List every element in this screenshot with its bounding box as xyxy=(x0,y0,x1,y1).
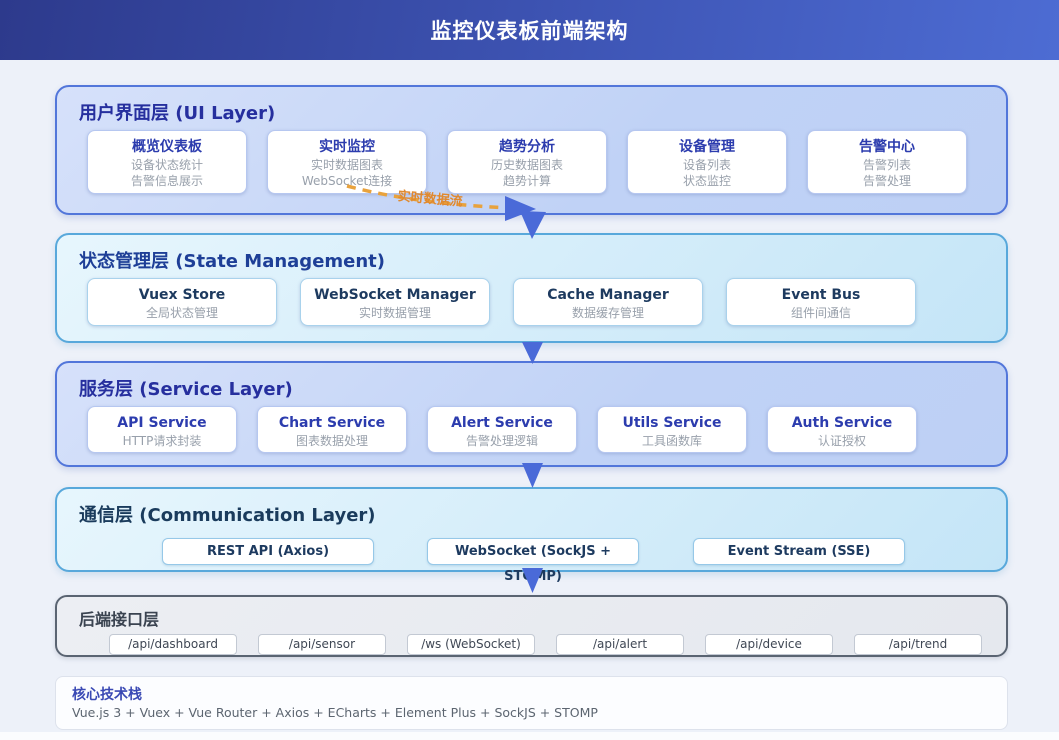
card-title: 告警中心 xyxy=(859,139,915,155)
bottom-strip xyxy=(0,732,1059,740)
layer-panel-communication: 通信层 (Communication Layer) REST API (Axio… xyxy=(55,487,1008,584)
card-subtitle: 全局状态管理 xyxy=(145,306,218,320)
card-subtitle: 历史数据图表 xyxy=(490,158,563,172)
endpoint-api-alert: /api/alert xyxy=(556,634,684,655)
card-overview-dashboard: 概览仪表板 设备状态统计 告警信息展示 xyxy=(87,130,247,194)
card-alert-center: 告警中心 告警列表 告警处理 xyxy=(807,130,967,194)
architecture-diagram: 监控仪表板前端架构 用户界面层 (UI Layer) 概览仪表板 设备状态统计 … xyxy=(0,0,1059,740)
layer-title-ui: 用户界面层 (UI Layer) xyxy=(79,103,276,124)
card-subtitle: 实时数据图表 xyxy=(310,158,383,172)
card-title: Vuex Store xyxy=(138,287,226,303)
card-utils-service: Utils Service 工具函数库 xyxy=(597,406,747,453)
card-subtitle: 设备状态统计 xyxy=(130,158,203,172)
card-subtitle: HTTP请求封装 xyxy=(122,434,202,448)
card-chart-service: Chart Service 图表数据处理 xyxy=(257,406,407,453)
card-subtitle: 状态监控 xyxy=(682,174,731,188)
card-title: API Service xyxy=(117,415,207,431)
card-subtitle: 认证授权 xyxy=(817,434,866,448)
card-subtitle: 设备列表 xyxy=(682,158,731,172)
card-auth-service: Auth Service 认证授权 xyxy=(767,406,917,453)
card-realtime-monitor: 实时监控 实时数据图表 WebSocket连接 xyxy=(267,130,427,194)
card-title: Chart Service xyxy=(278,415,386,431)
card-alert-service: Alert Service 告警处理逻辑 xyxy=(427,406,577,453)
pill-websocket: WebSocket (SockJS + STOMP) xyxy=(427,538,639,584)
layer-title-service: 服务层 (Service Layer) xyxy=(79,379,293,400)
endpoint-api-device: /api/device xyxy=(705,634,833,655)
card-subtitle: 组件间通信 xyxy=(790,306,851,320)
card-subtitle: 告警信息展示 xyxy=(130,174,203,188)
pill-event-stream: Event Stream (SSE) xyxy=(693,538,905,565)
card-subtitle: WebSocket连接 xyxy=(301,174,393,188)
card-title: Cache Manager xyxy=(547,287,669,303)
card-title: 趋势分析 xyxy=(499,139,555,155)
card-api-service: API Service HTTP请求封装 xyxy=(87,406,237,453)
page-title: 监控仪表板前端架构 xyxy=(430,19,629,43)
card-event-bus: Event Bus 组件间通信 xyxy=(726,278,916,326)
card-title: WebSocket Manager xyxy=(314,287,476,303)
tech-stack-list: Vue.js 3 + Vuex + Vue Router + Axios + E… xyxy=(72,705,598,720)
card-title: 概览仪表板 xyxy=(132,139,202,155)
card-device-management: 设备管理 设备列表 状态监控 xyxy=(627,130,787,194)
layer-panel-ui: 用户界面层 (UI Layer) 概览仪表板 设备状态统计 告警信息展示 实时监… xyxy=(55,85,1008,215)
header-bar: 监控仪表板前端架构 xyxy=(0,0,1059,60)
card-title: Alert Service xyxy=(451,415,553,431)
card-title: Event Bus xyxy=(781,287,861,303)
card-vuex-store: Vuex Store 全局状态管理 xyxy=(87,278,277,326)
pill-rest-api: REST API (Axios) xyxy=(162,538,374,565)
layer-title-communication: 通信层 (Communication Layer) xyxy=(79,505,376,526)
card-cache-manager: Cache Manager 数据缓存管理 xyxy=(513,278,703,326)
card-title: 设备管理 xyxy=(679,139,735,155)
layer-panel-backend: 后端接口层 /api/dashboard /api/sensor /ws (We… xyxy=(55,595,1008,657)
card-subtitle: 趋势计算 xyxy=(502,174,551,188)
card-title: Utils Service xyxy=(622,415,722,431)
card-subtitle: 告警处理 xyxy=(862,174,911,188)
card-subtitle: 图表数据处理 xyxy=(295,434,368,448)
card-subtitle: 实时数据管理 xyxy=(358,306,431,320)
tech-stack-title: 核心技术栈 xyxy=(72,687,142,703)
card-subtitle: 工具函数库 xyxy=(641,434,702,448)
layer-title-state: 状态管理层 (State Management) xyxy=(79,251,386,272)
card-subtitle: 数据缓存管理 xyxy=(571,306,644,320)
endpoint-api-dashboard: /api/dashboard xyxy=(109,634,237,655)
card-title: 实时监控 xyxy=(319,139,375,155)
endpoint-api-sensor: /api/sensor xyxy=(258,634,386,655)
card-title: Auth Service xyxy=(791,415,893,431)
tech-stack-panel: 核心技术栈 Vue.js 3 + Vuex + Vue Router + Axi… xyxy=(55,676,1008,730)
layer-panel-service: 服务层 (Service Layer) API Service HTTP请求封装… xyxy=(55,361,1008,467)
card-trend-analysis: 趋势分析 历史数据图表 趋势计算 xyxy=(447,130,607,194)
card-subtitle: 告警处理逻辑 xyxy=(465,434,538,448)
layer-panel-state: 状态管理层 (State Management) Vuex Store 全局状态… xyxy=(55,233,1008,343)
layer-title-backend: 后端接口层 xyxy=(79,610,160,629)
card-websocket-manager: WebSocket Manager 实时数据管理 xyxy=(300,278,490,326)
card-subtitle: 告警列表 xyxy=(862,158,911,172)
endpoint-api-trend: /api/trend xyxy=(854,634,982,655)
endpoint-ws-websocket: /ws (WebSocket) xyxy=(407,634,535,655)
